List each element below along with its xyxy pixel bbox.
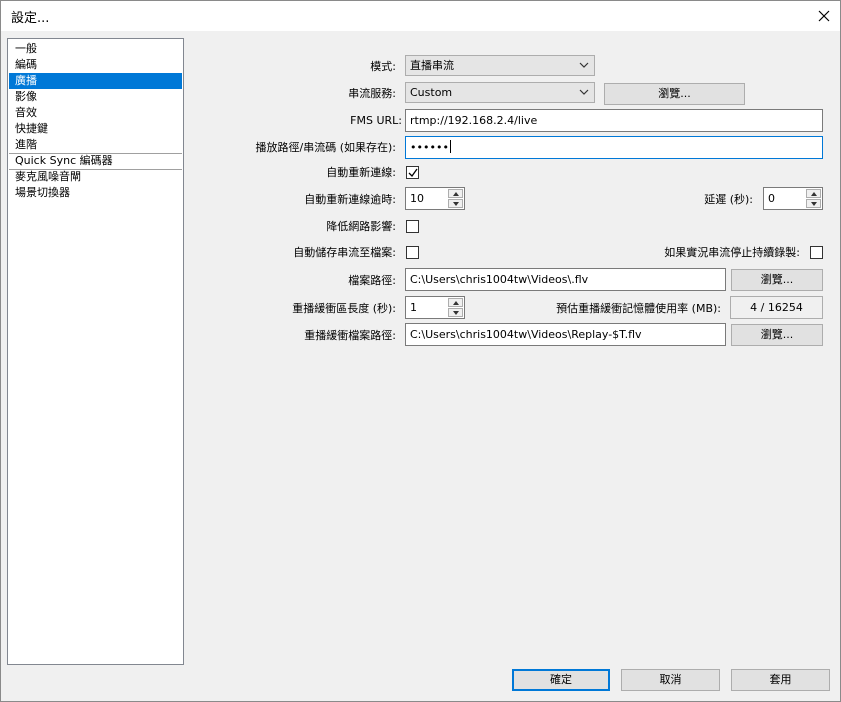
service-value: Custom [410,86,453,99]
chevron-down-icon [579,89,589,95]
arrow-up-icon [453,301,459,305]
spin-up-button[interactable] [806,189,821,198]
sidebar-item-general[interactable]: 一般 [9,41,182,57]
arrow-down-icon [453,311,459,315]
title-bar[interactable]: 設定... [1,1,840,31]
delay-value: 0 [768,192,775,205]
service-label: 串流服務: [348,87,396,100]
text-caret [449,140,451,153]
delay-spinner[interactable]: 0 [763,187,823,210]
auto-reconnect-label: 自動重新連線: [326,166,396,179]
arrow-down-icon [811,202,817,206]
service-dropdown[interactable]: Custom [405,82,595,103]
spin-up-button[interactable] [448,189,463,198]
sidebar-item-scene-switcher[interactable]: 場景切換器 [9,185,182,201]
fms-url-input[interactable]: rtmp://192.168.2.4/live [405,109,823,132]
replay-path-input[interactable]: C:\Users\chris1004tw\Videos\Replay-$T.fl… [405,323,726,346]
replay-path-browse-button[interactable]: 瀏覽... [731,324,823,346]
replay-path-label: 重播緩衝檔案路徑: [304,329,396,342]
sidebar-item-noise-gate[interactable]: 麥克風噪音閘 [9,169,182,185]
min-network-impact-checkbox[interactable] [406,220,419,233]
play-path-value: •••••• [410,141,449,154]
ok-button[interactable]: 確定 [512,669,610,691]
sidebar-item-audio[interactable]: 音效 [9,105,182,121]
keep-recording-checkbox[interactable] [810,246,823,259]
replay-length-value: 1 [410,301,417,314]
sidebar-item-encoding[interactable]: 編碼 [9,57,182,73]
fms-url-label: FMS URL: [350,114,402,127]
spin-down-button[interactable] [806,199,821,208]
reconnect-timeout-spinner[interactable]: 10 [405,187,465,210]
settings-window: 設定... 一般 編碼 廣播 影像 音效 快捷鍵 進階 Quick Sync 編… [0,0,841,702]
close-icon [818,10,830,22]
apply-button[interactable]: 套用 [731,669,830,691]
keep-recording-label: 如果實況串流停止持續錄製: [664,246,800,259]
service-browse-button[interactable]: 瀏覽... [604,83,745,105]
save-to-file-label: 自動儲存串流至檔案: [293,246,396,259]
arrow-up-icon [811,192,817,196]
reconnect-timeout-label: 自動重新連線逾時: [304,193,396,206]
sidebar-item-video[interactable]: 影像 [9,89,182,105]
settings-category-list[interactable]: 一般 編碼 廣播 影像 音效 快捷鍵 進階 Quick Sync 編碼器 麥克風… [7,38,184,665]
play-path-input[interactable]: •••••• [405,136,823,159]
replay-length-spinner[interactable]: 1 [405,296,465,319]
sidebar-item-advanced[interactable]: 進階 [9,137,182,153]
arrow-down-icon [453,202,459,206]
close-button[interactable] [808,1,840,31]
replay-length-label: 重播緩衝區長度 (秒): [292,302,396,315]
spin-up-button[interactable] [448,298,463,307]
auto-reconnect-checkbox[interactable] [406,166,419,179]
save-to-file-checkbox[interactable] [406,246,419,259]
chevron-down-icon [579,62,589,68]
replay-memory-value: 4 / 16254 [730,296,823,319]
min-network-impact-label: 降低網路影響: [326,220,396,233]
spin-down-button[interactable] [448,308,463,317]
mode-label: 模式: [370,60,396,73]
sidebar-item-hotkeys[interactable]: 快捷鍵 [9,121,182,137]
sidebar-item-quicksync[interactable]: Quick Sync 編碼器 [9,153,182,169]
delay-label: 延遲 (秒): [704,193,753,206]
arrow-up-icon [453,192,459,196]
mode-value: 直播串流 [410,59,454,72]
window-title: 設定... [11,11,50,26]
file-path-label: 檔案路徑: [348,274,396,287]
sidebar-item-broadcast[interactable]: 廣播 [9,73,182,89]
file-path-input[interactable]: C:\Users\chris1004tw\Videos\.flv [405,268,726,291]
replay-memory-label: 預估重播緩衝記憶體使用率 (MB): [556,302,721,315]
play-path-label: 播放路徑/串流碼 (如果存在): [255,141,397,154]
reconnect-timeout-value: 10 [410,192,424,205]
spin-down-button[interactable] [448,199,463,208]
checkmark-icon [408,168,418,178]
file-path-browse-button[interactable]: 瀏覽... [731,269,823,291]
cancel-button[interactable]: 取消 [621,669,720,691]
mode-dropdown[interactable]: 直播串流 [405,55,595,76]
